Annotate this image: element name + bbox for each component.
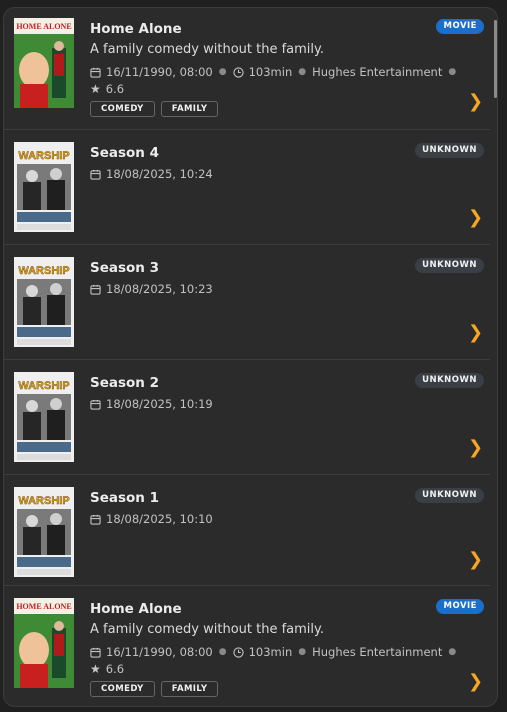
genre-tag: FAMILY — [160, 681, 219, 697]
item-meta: 18/08/2025, 10:10 — [90, 512, 213, 526]
item-meta: 16/11/1990, 08:00 ● 103min ● Hughes Ente… — [90, 65, 462, 79]
calendar-icon — [90, 67, 101, 78]
calendar-icon — [90, 514, 101, 525]
item-title: Season 3 — [90, 260, 160, 276]
item-studio: Hughes Entertainment — [312, 65, 443, 79]
type-badge: UNKNOWN — [415, 258, 484, 273]
media-list: HOME ALONE Home Alone A family comedy wi… — [4, 8, 497, 706]
chevron-right-icon[interactable]: ❯ — [468, 322, 483, 343]
item-date: 16/11/1990, 08:00 — [106, 645, 213, 659]
list-item-season-2[interactable]: WARSHIP Season 2 18/08/2025, 10:19 UNKNO… — [4, 360, 490, 474]
poster-image: HOME ALONE — [14, 598, 74, 688]
rating-value: 6.6 — [105, 82, 125, 96]
poster-title-text: HOME ALONE — [16, 22, 71, 31]
type-badge: MOVIE — [436, 599, 484, 614]
scrollbar[interactable] — [494, 20, 497, 98]
poster-title-text: WARSHIP — [18, 380, 69, 392]
genre-tag: COMEDY — [90, 101, 155, 117]
calendar-icon — [90, 284, 101, 295]
item-date: 18/08/2025, 10:24 — [106, 167, 213, 181]
chevron-right-icon[interactable]: ❯ — [468, 91, 483, 112]
star-icon: ★ — [90, 82, 101, 96]
calendar-icon — [90, 169, 101, 180]
item-meta: 18/08/2025, 10:23 — [90, 282, 213, 296]
item-date: 16/11/1990, 08:00 — [106, 65, 213, 79]
calendar-icon — [90, 399, 101, 410]
item-meta: 16/11/1990, 08:00 ● 103min ● Hughes Ente… — [90, 645, 462, 659]
item-description: A family comedy without the family. — [90, 622, 324, 637]
item-title: Home Alone — [90, 21, 182, 37]
poster-image: WARSHIP — [14, 142, 74, 232]
genre-tags: COMEDY FAMILY — [90, 101, 219, 117]
calendar-icon — [90, 647, 101, 658]
genre-tag: FAMILY — [160, 101, 219, 117]
media-list-panel: HOME ALONE Home Alone A family comedy wi… — [3, 7, 498, 707]
poster-title-text: WARSHIP — [18, 265, 69, 277]
item-description: A family comedy without the family. — [90, 42, 324, 57]
poster-image: WARSHIP — [14, 257, 74, 347]
item-rating: ★ 6.6 — [90, 82, 124, 96]
item-title: Season 2 — [90, 375, 160, 391]
chevron-right-icon[interactable]: ❯ — [468, 437, 483, 458]
poster-image: HOME ALONE — [14, 18, 74, 108]
poster-title-text: HOME ALONE — [16, 602, 71, 611]
list-item-season-1[interactable]: WARSHIP Season 1 18/08/2025, 10:10 UNKNO… — [4, 475, 490, 585]
chevron-right-icon[interactable]: ❯ — [468, 207, 483, 228]
item-date: 18/08/2025, 10:23 — [106, 282, 213, 296]
type-badge: UNKNOWN — [415, 373, 484, 388]
chevron-right-icon[interactable]: ❯ — [468, 671, 483, 692]
item-title: Season 1 — [90, 490, 160, 506]
item-meta: 18/08/2025, 10:19 — [90, 397, 213, 411]
genre-tag: COMEDY — [90, 681, 155, 697]
genre-tags: COMEDY FAMILY — [90, 681, 219, 697]
type-badge: UNKNOWN — [415, 143, 484, 158]
item-runtime: 103min — [248, 645, 293, 659]
poster-title-text: WARSHIP — [18, 495, 69, 507]
item-studio: Hughes Entertainment — [312, 645, 443, 659]
list-item-season-3[interactable]: WARSHIP Season 3 18/08/2025, 10:23 UNKNO… — [4, 245, 490, 359]
list-item-home-alone[interactable]: HOME ALONE Home Alone A family comedy wi… — [4, 8, 490, 129]
poster-image: WARSHIP — [14, 487, 74, 577]
item-title: Home Alone — [90, 601, 182, 617]
type-badge: UNKNOWN — [415, 488, 484, 503]
item-date: 18/08/2025, 10:10 — [106, 512, 213, 526]
star-icon: ★ — [90, 662, 101, 676]
item-title: Season 4 — [90, 145, 160, 161]
rating-value: 6.6 — [105, 662, 125, 676]
item-date: 18/08/2025, 10:19 — [106, 397, 213, 411]
item-runtime: 103min — [248, 65, 293, 79]
item-meta: 18/08/2025, 10:24 — [90, 167, 213, 181]
poster-image: WARSHIP — [14, 372, 74, 462]
clock-icon — [232, 646, 244, 658]
type-badge: MOVIE — [436, 19, 484, 34]
list-item-season-4[interactable]: WARSHIP Season 4 18/08/2025, 10:24 UNKNO… — [4, 130, 490, 244]
list-item-home-alone[interactable]: HOME ALONE Home Alone A family comedy wi… — [4, 586, 490, 706]
clock-icon — [232, 66, 244, 78]
item-rating: ★ 6.6 — [90, 662, 124, 676]
chevron-right-icon[interactable]: ❯ — [468, 549, 483, 570]
poster-title-text: WARSHIP — [18, 150, 69, 162]
